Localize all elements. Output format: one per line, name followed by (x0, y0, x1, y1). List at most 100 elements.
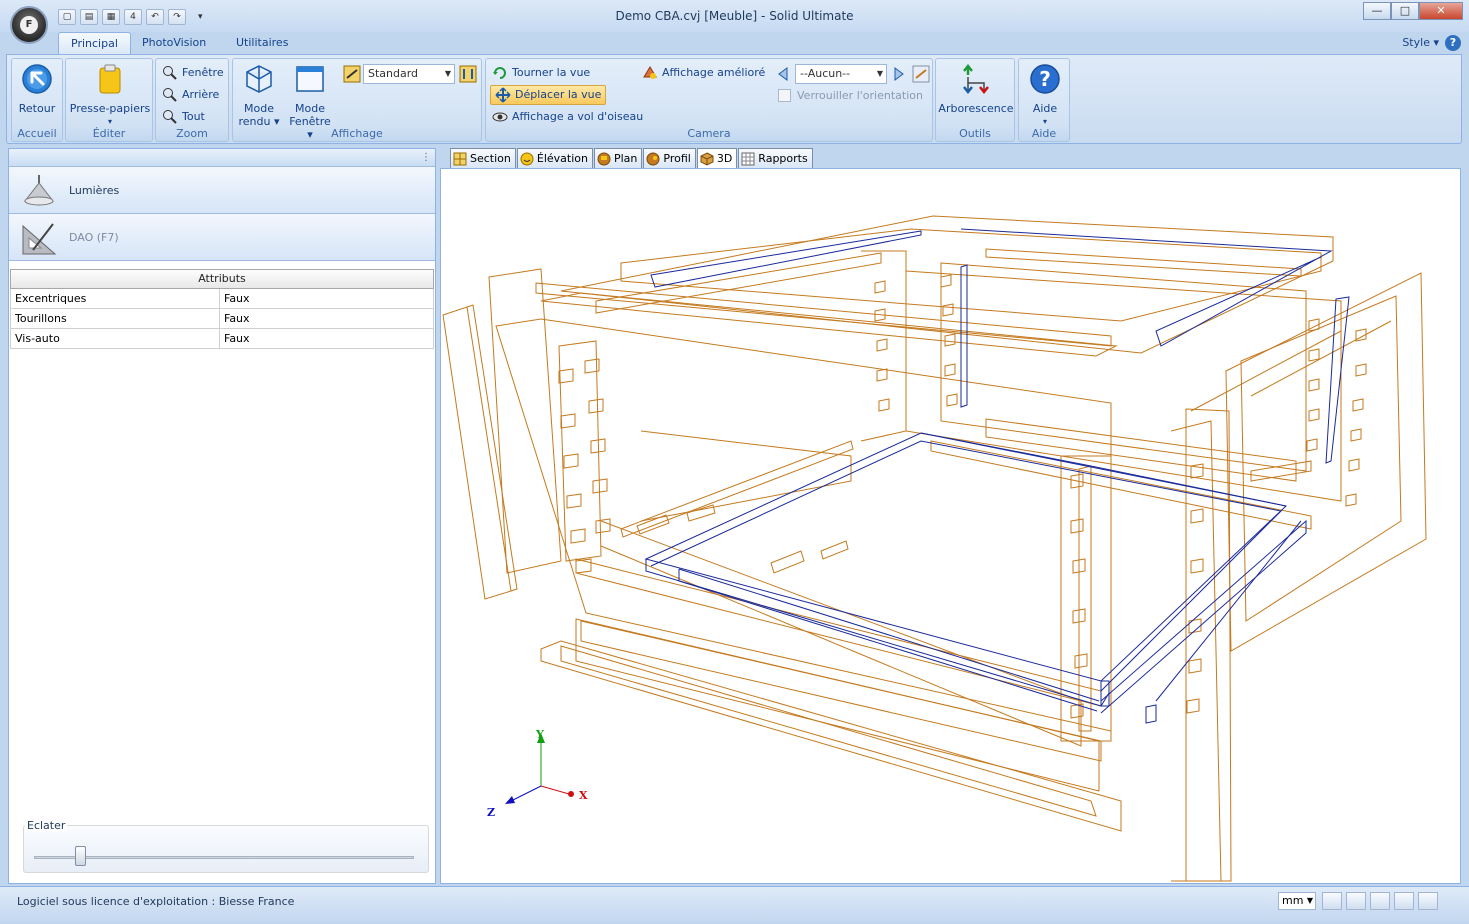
app-orb-letter: F (20, 16, 38, 34)
group-label-camera: Camera (687, 127, 731, 140)
eclater-box (23, 825, 429, 873)
back-arrow-icon (22, 64, 52, 94)
group-label-accueil: Accueil (17, 127, 57, 140)
tab-section[interactable]: Section (450, 148, 516, 168)
attributes-header: Attributs (10, 269, 434, 289)
snap-grid-icon[interactable] (1322, 892, 1342, 910)
save-view-icon[interactable] (912, 65, 930, 83)
affichage-ameliore-button[interactable]: Affichage amélioré (642, 63, 765, 83)
tourner-vue-button[interactable]: Tourner la vue (492, 63, 590, 83)
verrouiller-orientation-checkbox[interactable]: Verrouiller l'orientation (778, 89, 923, 102)
view-tabs: Section Élévation Plan Profil 3D Rapport… (450, 148, 814, 168)
arborescence-button[interactable]: Arborescence (938, 63, 1014, 115)
restore-button[interactable]: □ (1391, 2, 1419, 20)
render-settings-icon[interactable] (459, 65, 477, 83)
units-select[interactable]: mm ▼ (1278, 892, 1316, 910)
table-row[interactable]: Excentriques Faux (10, 289, 434, 309)
presse-papiers-label: Presse-papiers (69, 102, 151, 115)
3d-viewport[interactable]: Y X Z (440, 168, 1461, 884)
combo-arrow-icon: ▼ (444, 69, 451, 78)
license-status: Logiciel sous licence d'exploitation : B… (17, 895, 295, 908)
style-menu[interactable]: Style ▾ (1402, 36, 1439, 49)
vol-oiseau-label: Affichage a vol d'oiseau (512, 110, 644, 123)
camera-combo-value: --Aucun-- (800, 67, 851, 80)
zoom-arriere-button[interactable]: Arrière (162, 85, 219, 105)
x-axis-line (540, 785, 570, 795)
status-icons (1322, 892, 1438, 910)
zoom-tout-label: Tout (182, 110, 205, 123)
enhanced-view-icon (643, 66, 657, 79)
snap-point-icon[interactable] (1370, 892, 1390, 910)
ribbon-tabs: Principal PhotoVision Utilitaires (0, 32, 1469, 54)
group-aide: ? Aide ▾ Aide (1018, 58, 1070, 142)
smiley-icon (520, 152, 534, 165)
attribute-value[interactable]: Faux (220, 329, 434, 348)
close-button[interactable]: ✕ (1419, 2, 1463, 20)
units-value: mm (1282, 894, 1304, 907)
eclater-slider-thumb[interactable] (74, 846, 86, 866)
zoom-fenetre-button[interactable]: Fenêtre (162, 63, 224, 83)
tab-elevation[interactable]: Élévation (516, 148, 593, 168)
next-view-icon[interactable] (890, 65, 908, 83)
tab-elevation-label: Élévation (536, 152, 588, 165)
tab-utilitaires[interactable]: Utilitaires (224, 32, 300, 54)
accordion-lumieres[interactable]: Lumières (9, 167, 435, 214)
eclater-slider-track[interactable] (34, 856, 414, 859)
attribute-value[interactable]: Faux (220, 309, 434, 328)
retour-label: Retour (18, 102, 56, 115)
y-axis-label: Y (535, 728, 544, 741)
tab-plan[interactable]: Plan (593, 148, 643, 168)
tourner-vue-label: Tourner la vue (512, 66, 591, 79)
table-row[interactable]: Tourillons Faux (10, 309, 434, 329)
accordion-dao[interactable]: DAO (F7) (9, 214, 435, 261)
window-controls: — □ ✕ (1363, 2, 1463, 20)
zoom-tout-button[interactable]: Tout (162, 107, 205, 127)
render-style-icon (343, 65, 361, 83)
profile-icon (646, 152, 660, 165)
application-orb-button[interactable]: F (10, 6, 48, 44)
tab-rapports[interactable]: Rapports (738, 148, 813, 168)
z-axis-line (510, 785, 542, 802)
draft-tool-icon (22, 223, 57, 255)
zoom-arriere-label: Arrière (182, 88, 220, 101)
clipboard-icon (99, 64, 121, 94)
minimize-button[interactable]: — (1363, 2, 1391, 20)
zoom-back-icon (163, 88, 177, 102)
deplacer-vue-button[interactable]: Déplacer la vue (490, 85, 607, 105)
window-title: Demo CBA.cvj [Meuble] - Solid Ultimate (615, 9, 854, 23)
panel-grip-icon[interactable]: ⋮ (421, 152, 431, 163)
help-icon[interactable]: ? (1445, 35, 1461, 51)
tab-3d[interactable]: 3D (696, 148, 738, 168)
retour-button[interactable]: Retour (15, 63, 59, 115)
standard-combo[interactable]: Standard ▼ (363, 64, 455, 84)
pan-view-icon (495, 87, 511, 103)
snap-edge-icon[interactable] (1394, 892, 1414, 910)
zoom-window-icon (163, 66, 177, 80)
tab-rapports-label: Rapports (758, 152, 808, 165)
tab-photovision[interactable]: PhotoVision (130, 32, 218, 54)
presse-papiers-button[interactable]: Presse-papiers ▾ (68, 63, 152, 128)
report-grid-icon (741, 152, 755, 165)
aide-button[interactable]: ? Aide ▾ (1021, 63, 1069, 128)
z-axis-arrow-icon (505, 796, 515, 804)
group-label-editer: Éditer (92, 127, 126, 140)
standard-combo-value: Standard (368, 67, 419, 80)
mode-rendu-button[interactable]: Mode rendu ▾ (235, 63, 283, 128)
rotate-view-icon (493, 67, 506, 79)
attribute-value[interactable]: Faux (220, 289, 434, 308)
group-label-outils: Outils (959, 127, 991, 140)
ribbon: Retour Accueil Presse-papiers ▾ Éditer F… (6, 54, 1462, 144)
tab-section-label: Section (470, 152, 511, 165)
group-zoom: Fenêtre Arrière Tout Zoom (155, 58, 229, 142)
group-label-affichage: Affichage (331, 127, 383, 140)
magnet-icon[interactable] (1346, 892, 1366, 910)
question-mark-icon: ? (1030, 64, 1060, 94)
tab-principal[interactable]: Principal (58, 32, 131, 54)
tab-profil[interactable]: Profil (643, 148, 696, 168)
vol-oiseau-button[interactable]: Affichage a vol d'oiseau (492, 107, 643, 127)
table-row[interactable]: Vis-auto Faux (10, 329, 434, 349)
camera-combo[interactable]: --Aucun-- ▼ (795, 64, 887, 84)
snap-face-icon[interactable] (1418, 892, 1438, 910)
group-label-zoom: Zoom (176, 127, 208, 140)
previous-view-icon[interactable] (774, 65, 792, 83)
